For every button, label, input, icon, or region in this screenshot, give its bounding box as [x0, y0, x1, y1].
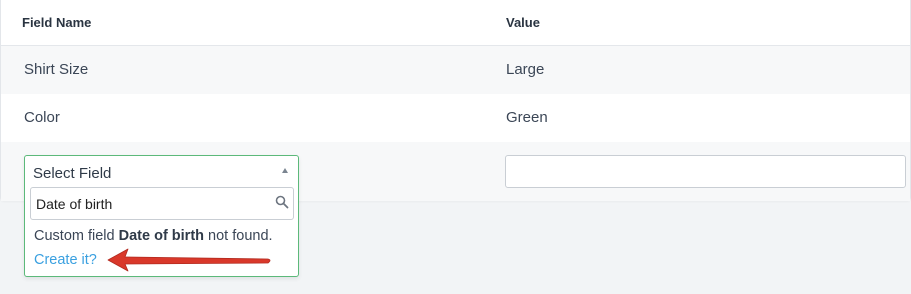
not-found-term: Date of birth: [118, 228, 205, 244]
table-header: Field Name Value: [1, 0, 910, 46]
select-field-label[interactable]: Select Field: [33, 165, 111, 182]
caret-up-icon[interactable]: [282, 168, 288, 173]
not-found-suffix: not found.: [204, 228, 273, 244]
field-name-cell: Color: [24, 109, 60, 126]
not-found-prefix: Custom field: [34, 228, 119, 244]
red-arrow: [107, 248, 271, 272]
header-field-name: Field Name: [22, 15, 92, 30]
field-value-input[interactable]: [505, 155, 906, 188]
not-found-message: Custom field Date of birth not found.: [34, 228, 273, 244]
create-field-link[interactable]: Create it?: [34, 252, 97, 268]
header-value: Value: [506, 15, 540, 30]
search-icon: [275, 195, 289, 209]
field-value-cell: Large: [506, 61, 545, 78]
field-name-cell: Shirt Size: [24, 61, 89, 78]
field-search-input[interactable]: [30, 187, 294, 220]
table-row: Shirt Size Large: [1, 46, 910, 94]
field-value-cell: Green: [506, 109, 548, 126]
table-row: Color Green: [1, 94, 910, 142]
